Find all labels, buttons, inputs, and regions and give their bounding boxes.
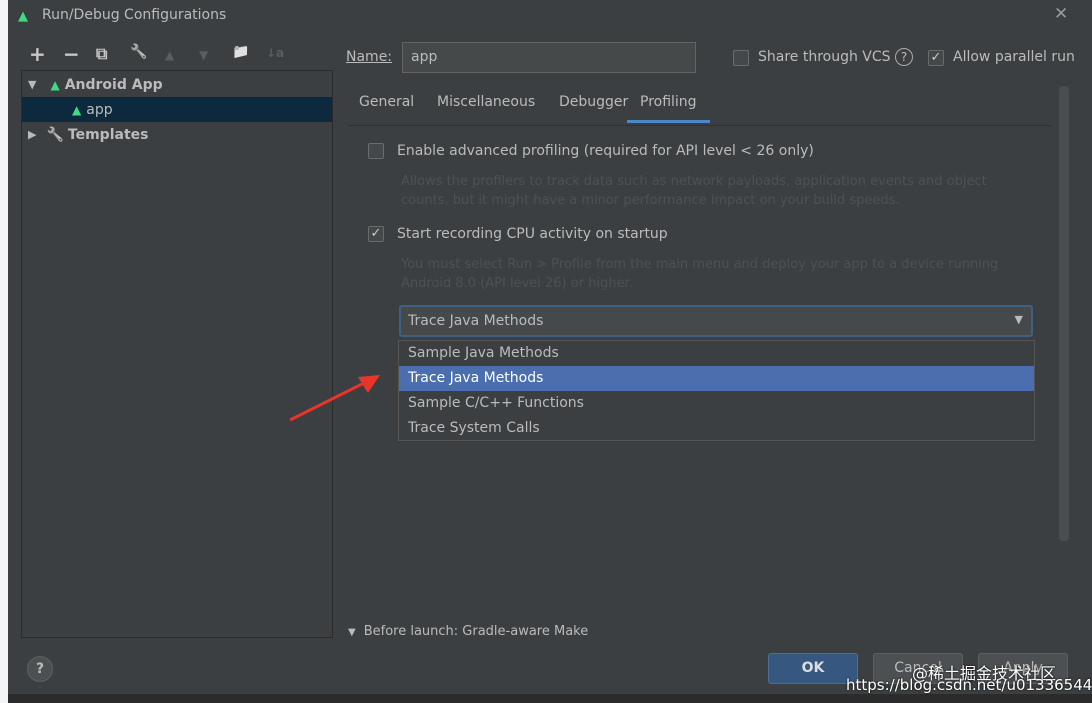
share-vcs-label: Share through VCS (758, 49, 891, 65)
new-folder-icon[interactable]: 📁 (232, 44, 249, 60)
option-sample-java[interactable]: Sample Java Methods (399, 341, 1034, 366)
chevron-down-icon: ▼ (1014, 313, 1023, 326)
run-debug-dialog: ▲ Run/Debug Configurations ✕ + − ⧉ 🔧 ▲ ▼… (8, 0, 1092, 694)
share-vcs-checkbox[interactable] (733, 50, 749, 66)
tree-item-android-app[interactable]: ▼ ▲ Android App (22, 72, 332, 97)
remove-icon[interactable]: − (63, 42, 80, 66)
parallel-run-checkbox[interactable]: ✓ (928, 50, 944, 66)
close-icon[interactable]: ✕ (1054, 4, 1068, 24)
move-up-icon[interactable]: ▲ (165, 48, 174, 62)
before-launch-section[interactable]: ▼ Before launch: Gradle-aware Make (348, 624, 588, 638)
dialog-title: Run/Debug Configurations (42, 7, 227, 23)
watermark-line2: https://blog.csdn.net/u013365445 (846, 676, 1092, 694)
help-button[interactable]: ? (27, 656, 53, 682)
wrench-icon[interactable]: 🔧 (130, 44, 147, 60)
cpu-recording-checkbox[interactable]: ✓ (368, 226, 384, 242)
tree-item-app[interactable]: ▲ app (22, 97, 332, 122)
sort-icon[interactable]: ↓a (266, 46, 284, 60)
name-input[interactable]: app (402, 42, 696, 73)
tab-debugger[interactable]: Debugger (559, 94, 628, 110)
advanced-profiling-label: Enable advanced profiling (required for … (397, 143, 814, 159)
tree-item-templates[interactable]: ▶ 🔧 Templates (22, 122, 332, 147)
name-label: Name: (346, 49, 393, 65)
option-trace-system-calls[interactable]: Trace System Calls (399, 416, 1034, 441)
tab-bar: General Miscellaneous Debugger Profiling (348, 86, 1052, 126)
parallel-run-label: Allow parallel run (953, 49, 1075, 65)
tab-profiling[interactable]: Profiling (627, 94, 710, 123)
ok-button[interactable]: OK (768, 653, 858, 684)
tab-miscellaneous[interactable]: Miscellaneous (437, 94, 535, 110)
android-icon: ▲ (72, 102, 82, 117)
option-sample-cpp[interactable]: Sample C/C++ Functions (399, 391, 1034, 416)
config-tree: ▼ ▲ Android App ▲ app ▶ 🔧 Templates (21, 70, 333, 638)
advanced-profiling-hint: Allows the profilers to track data such … (401, 174, 987, 208)
scrollbar[interactable] (1059, 86, 1069, 541)
trace-type-list: Sample Java Methods Trace Java Methods S… (398, 340, 1035, 441)
android-icon: ▲ (50, 77, 60, 92)
trace-type-dropdown[interactable]: Trace Java Methods ▼ (399, 305, 1033, 337)
expand-icon[interactable]: ▼ (28, 78, 36, 91)
background-window-edge (0, 0, 8, 703)
add-icon[interactable]: + (29, 42, 46, 66)
cpu-recording-label: Start recording CPU activity on startup (397, 226, 668, 242)
help-icon[interactable]: ? (895, 48, 913, 66)
move-down-icon[interactable]: ▼ (199, 48, 208, 62)
tab-general[interactable]: General (359, 94, 414, 110)
copy-icon[interactable]: ⧉ (96, 44, 107, 64)
option-trace-java[interactable]: Trace Java Methods (399, 366, 1034, 391)
collapse-icon[interactable]: ▶ (28, 128, 36, 141)
advanced-profiling-checkbox[interactable] (368, 143, 384, 159)
cpu-recording-hint: You must select Run > Profile from the m… (401, 257, 999, 291)
red-arrow-annotation (289, 375, 380, 422)
android-icon: ▲ (18, 9, 28, 24)
arrow-shaft (289, 379, 369, 422)
wrench-icon: 🔧 (46, 126, 64, 143)
